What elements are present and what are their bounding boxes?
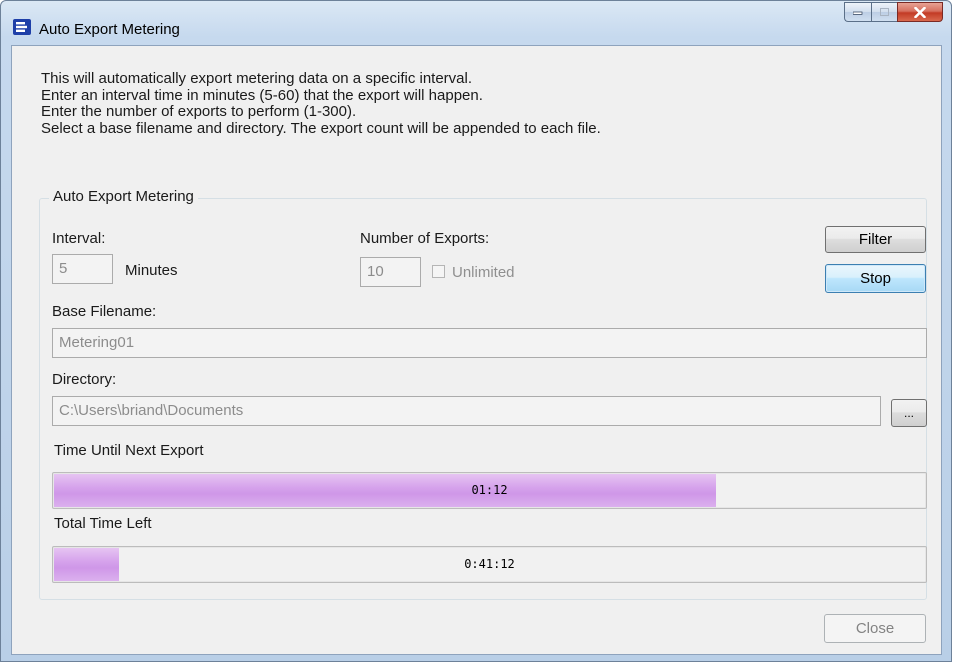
number-of-exports-input[interactable]: 10 (360, 257, 421, 287)
number-of-exports-label: Number of Exports: (360, 230, 490, 247)
interval-input[interactable]: 5 (52, 254, 113, 284)
next-export-time: 01:12 (471, 483, 508, 497)
directory-input[interactable]: C:\Users\briand\Documents (52, 396, 881, 426)
directory-label: Directory: (52, 371, 117, 388)
total-time-left-value: 0:41:12 (464, 557, 515, 571)
interval-label: Interval: (52, 230, 106, 247)
minutes-label: Minutes (125, 262, 178, 279)
next-export-progress-bar: 01:12 (52, 472, 927, 509)
browse-directory-button[interactable]: ... (891, 399, 927, 427)
close-button[interactable]: Close (824, 614, 926, 643)
app-icon (13, 19, 31, 35)
base-filename-input[interactable]: Metering01 (52, 328, 927, 358)
caption-buttons (844, 2, 943, 22)
time-until-next-export-label: Time Until Next Export (54, 442, 204, 459)
instruction-line: Enter the number of exports to perform (… (41, 103, 357, 120)
maximize-button[interactable] (871, 2, 897, 22)
title-bar[interactable]: Auto Export Metering (1, 1, 951, 45)
close-icon (914, 6, 926, 18)
base-filename-label: Base Filename: (52, 303, 157, 320)
total-time-left-label: Total Time Left (54, 515, 152, 532)
maximize-icon (879, 7, 889, 16)
unlimited-label: Unlimited (452, 264, 515, 281)
dialog-client-area: This will automatically export metering … (11, 45, 942, 655)
instruction-line: Select a base filename and directory. Th… (41, 119, 601, 137)
total-time-left-progress-bar: 0:41:12 (52, 546, 927, 583)
instruction-line: Enter an interval time in minutes (5-60)… (41, 86, 483, 104)
filter-button[interactable]: Filter (825, 226, 926, 253)
stop-button[interactable]: Stop (825, 264, 926, 293)
close-window-button[interactable] (897, 2, 943, 22)
minimize-icon (853, 11, 863, 15)
window-title: Auto Export Metering (39, 21, 180, 38)
minimize-button[interactable] (844, 2, 871, 22)
unlimited-checkbox[interactable] (432, 265, 445, 278)
instructions: This will automatically export metering … (41, 70, 601, 137)
groupbox-title: Auto Export Metering (49, 188, 198, 205)
instruction-line: This will automatically export metering … (41, 70, 473, 87)
auto-export-window: Auto Export Metering This will automatic… (0, 0, 952, 662)
